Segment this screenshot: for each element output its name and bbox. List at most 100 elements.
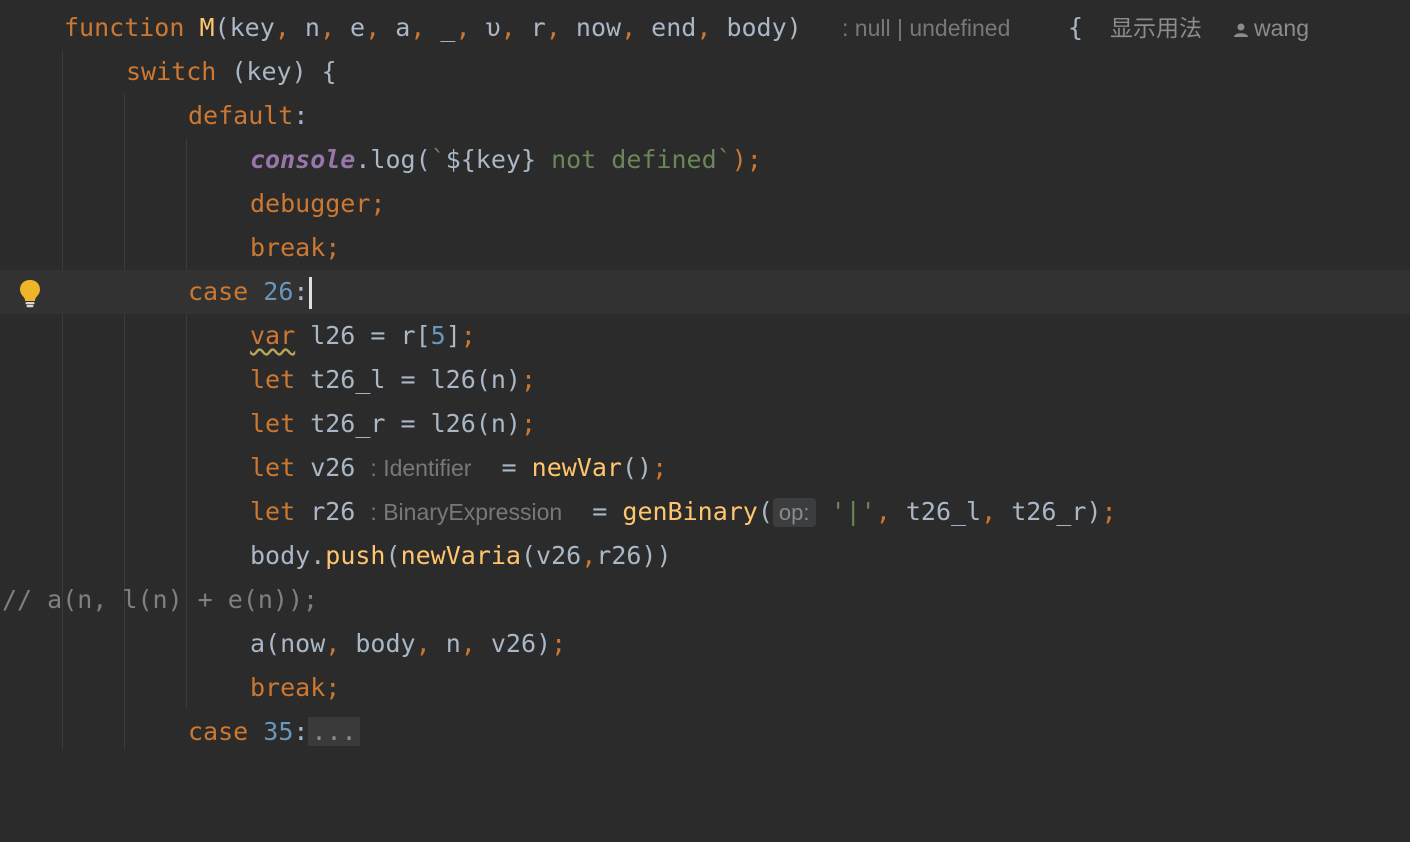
paren: ) [1086,497,1102,526]
code-line[interactable]: // a(n, l(n) + e(n)); [0,578,1410,622]
param: e [350,13,366,42]
code-line[interactable]: break; [0,666,1410,710]
code-line[interactable]: var l26 = r[5]; [0,314,1410,358]
comma: , [581,541,597,570]
semicolon: ; [460,321,476,350]
lightbulb-icon[interactable] [16,278,44,308]
semicolon: ; [520,365,536,394]
dot: . [355,145,371,174]
comma: , [621,13,652,42]
keyword: debugger [250,189,371,218]
comma: , [319,13,351,42]
code-text: r26 [295,497,371,526]
param: υ [485,13,501,42]
comma: , [325,629,356,658]
number-literal: 35 [263,717,294,746]
template-delim: ` [716,145,732,174]
number-literal: 5 [430,321,446,350]
argument: t26_r [1011,497,1087,526]
show-usages-link[interactable]: 显示用法 [1110,6,1202,50]
dot: . [310,541,326,570]
code-line[interactable]: console.log(`${key} not defined`); [0,138,1410,182]
keyword: break [250,233,326,262]
keyword-warning[interactable]: var [250,321,295,350]
statement-end: ); [731,145,762,174]
return-type-hint: : null | undefined [842,15,1011,41]
comma: , [274,13,305,42]
code-text: (v26 [520,541,582,570]
parameter-hint: op: [772,498,816,527]
code-text: = [562,497,623,526]
template-delim: ` [430,145,446,174]
user-icon [1234,23,1248,37]
param: end [651,13,697,42]
param: a [395,13,411,42]
keyword: case [188,717,249,746]
code-text: = [471,453,532,482]
code-text: r26)) [596,541,672,570]
param: r [530,13,546,42]
semicolon: ; [551,629,567,658]
semicolon: ; [652,453,668,482]
code-text: ] [445,321,461,350]
string-literal: '|' [830,497,876,526]
paren: ( [757,497,773,526]
code-line[interactable]: let v26 : Identifier = newVar(); [0,446,1410,490]
code-text: t26_l = l26(n) [295,365,521,394]
text-caret [309,277,313,309]
code-text: n [445,629,461,658]
colon: : [293,277,309,306]
template-interp: ${key} [445,145,537,174]
identifier: body [250,541,311,570]
keyword: case [188,277,249,306]
code-editor[interactable]: function M(key, n, e, a, _, υ, r, now, e… [0,0,1410,750]
semicolon: ; [325,233,341,262]
semicolon: ; [1101,497,1117,526]
comma: , [545,13,576,42]
folded-region[interactable]: ... [308,717,360,746]
keyword: let [250,365,296,394]
code-line[interactable]: break; [0,226,1410,270]
keyword: let [250,409,296,438]
keyword: default [188,101,294,130]
code-text: v26) [490,629,552,658]
keyword: let [250,497,296,526]
paren: ) [786,13,802,42]
code-line[interactable]: function M(key, n, e, a, _, υ, r, now, e… [0,6,1410,50]
author-name: wang [1254,15,1309,41]
keyword: function [64,13,185,42]
comma: , [981,497,1012,526]
param: key [229,13,275,42]
code-text: () [621,453,653,482]
param: now [575,13,622,42]
function-call: newVaria [400,541,521,570]
code-text: t26_r = l26(n) [295,409,521,438]
type-hint: : BinaryExpression [370,499,563,525]
code-line[interactable]: a(now, body, n, v26); [0,622,1410,666]
line-comment: // a(n, l(n) + e(n)); [2,585,319,614]
number-literal: 26 [263,277,294,306]
code-line[interactable]: let t26_r = l26(n); [0,402,1410,446]
function-call: newVar [531,453,622,482]
comma: , [415,629,446,658]
code-line[interactable]: body.push(newVaria(v26,r26)) [0,534,1410,578]
param: n [304,13,320,42]
argument: t26_l [905,497,982,526]
code-line[interactable]: default: [0,94,1410,138]
code-text: v26 [295,453,371,482]
code-line[interactable]: debugger; [0,182,1410,226]
comma: , [500,13,531,42]
global-object: console [250,145,356,174]
current-code-line[interactable]: case 26: [0,270,1410,314]
param: _ [440,13,456,42]
code-line[interactable]: let r26 : BinaryExpression = genBinary(o… [0,490,1410,534]
semicolon: ; [520,409,536,438]
author-hint[interactable]: wang [1232,6,1309,50]
comma: , [410,13,441,42]
code-line[interactable]: let t26_l = l26(n); [0,358,1410,402]
colon: : [293,717,309,746]
code-line[interactable]: case 35:... [0,710,1410,754]
code-line[interactable]: switch (key) { [0,50,1410,94]
keyword: break [250,673,326,702]
paren: ( [385,541,401,570]
